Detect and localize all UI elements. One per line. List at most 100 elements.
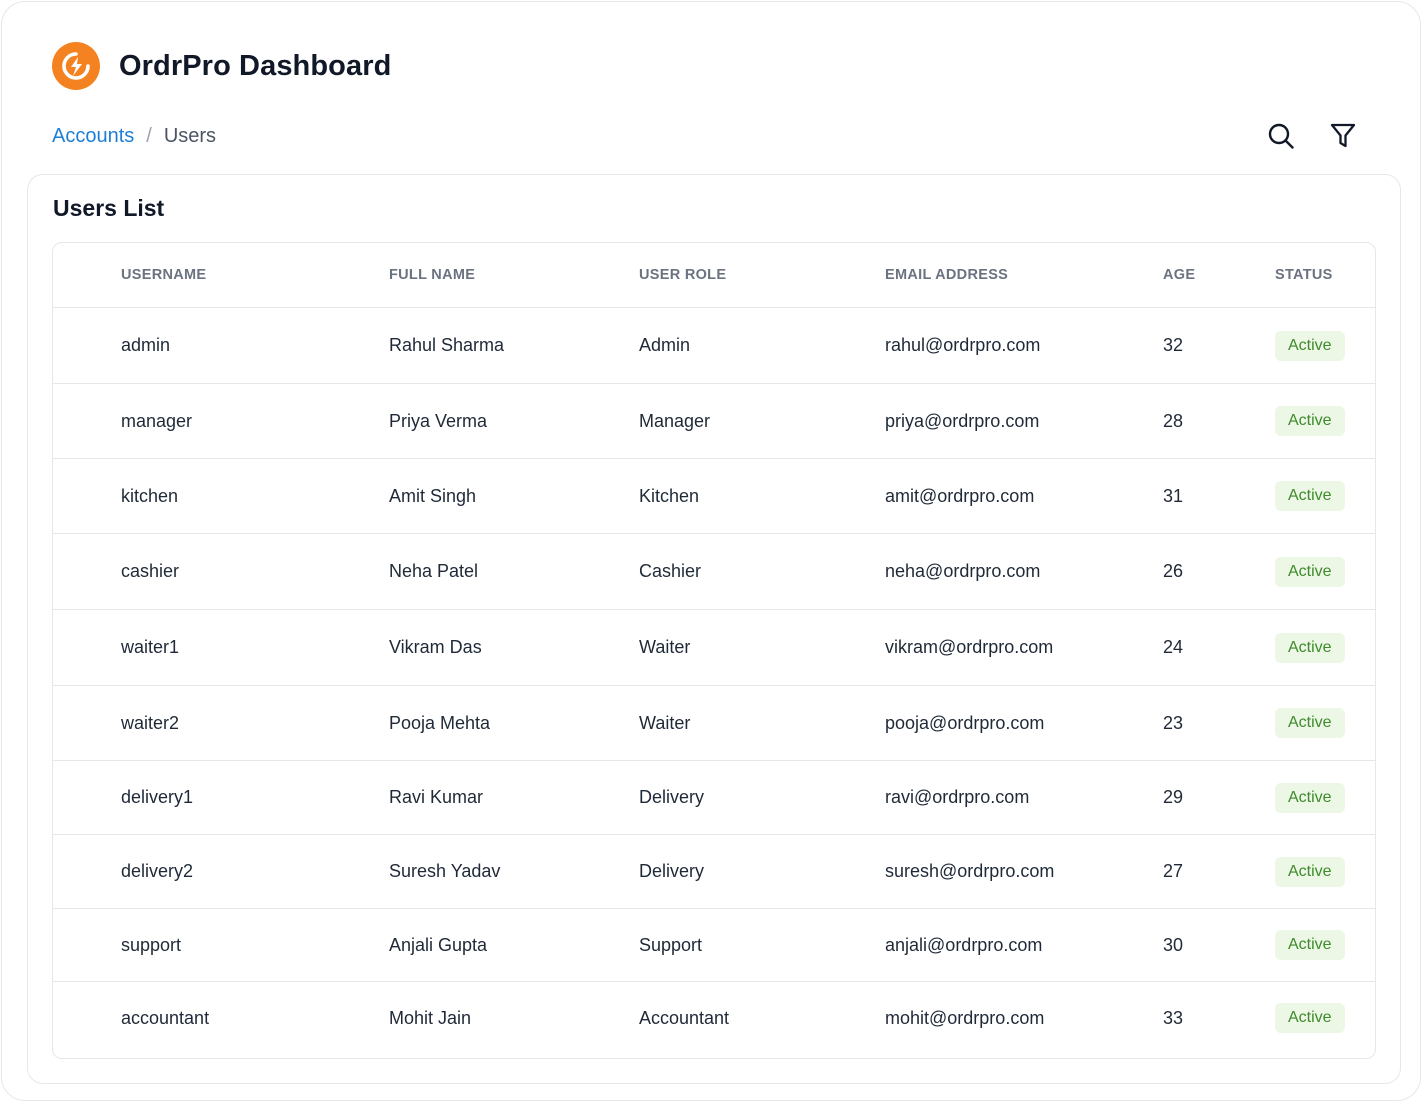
search-button[interactable] bbox=[1267, 122, 1295, 150]
cell-username: waiter1 bbox=[121, 609, 389, 686]
cell-full-name: Amit Singh bbox=[389, 458, 639, 534]
cell-user-role: Waiter bbox=[639, 609, 885, 686]
cell-status: Active bbox=[1275, 834, 1375, 909]
cell-status: Active bbox=[1275, 383, 1375, 459]
cell-status: Active bbox=[1275, 982, 1375, 1055]
status-badge: Active bbox=[1275, 330, 1345, 361]
cell-full-name: Priya Verma bbox=[389, 383, 639, 459]
cell-age: 32 bbox=[1163, 307, 1275, 384]
cell-username: cashier bbox=[121, 533, 389, 610]
cell-email: suresh@ordrpro.com bbox=[885, 834, 1163, 909]
cell-full-name: Rahul Sharma bbox=[389, 307, 639, 384]
column-header-user-role[interactable]: USER ROLE bbox=[639, 243, 885, 308]
cell-status: Active bbox=[1275, 307, 1375, 384]
cell-status: Active bbox=[1275, 609, 1375, 686]
ordrpro-logo-icon bbox=[52, 42, 100, 90]
cell-user-role: Delivery bbox=[639, 834, 885, 909]
cell-email: ravi@ordrpro.com bbox=[885, 760, 1163, 835]
cell-full-name: Neha Patel bbox=[389, 533, 639, 610]
cell-username: waiter2 bbox=[121, 685, 389, 761]
status-badge: Active bbox=[1275, 708, 1345, 738]
cell-age: 24 bbox=[1163, 609, 1275, 686]
table-row[interactable]: cashier Neha Patel Cashier neha@ordrpro.com… bbox=[53, 533, 1375, 610]
cell-email: anjali@ordrpro.com bbox=[885, 908, 1163, 982]
breadcrumb: Accounts / Users bbox=[52, 125, 216, 148]
status-badge: Active bbox=[1275, 782, 1345, 813]
cell-age: 27 bbox=[1163, 834, 1275, 909]
table-row[interactable]: kitchen Amit Singh Kitchen amit@ordrpro.com… bbox=[53, 458, 1375, 534]
status-badge: Active bbox=[1275, 406, 1345, 436]
table-row[interactable]: manager Priya Verma Manager priya@ordrpro.c… bbox=[53, 383, 1375, 459]
cell-full-name: Anjali Gupta bbox=[389, 908, 639, 982]
cell-email: neha@ordrpro.com bbox=[885, 533, 1163, 610]
column-header-status[interactable]: STATUS bbox=[1275, 243, 1375, 308]
filter-button[interactable] bbox=[1329, 122, 1357, 150]
table-row[interactable]: waiter1 Vikram Das Waiter vikram@ordrpro.co… bbox=[53, 609, 1375, 686]
cell-user-role: Support bbox=[639, 908, 885, 982]
search-icon bbox=[1268, 123, 1294, 149]
card-title: Users List bbox=[53, 195, 165, 221]
cell-username: manager bbox=[121, 383, 389, 459]
breadcrumb-current: Users bbox=[163, 125, 217, 147]
column-header-age[interactable]: AGE bbox=[1163, 243, 1275, 308]
app-window: OrdrPro Dashboard Accounts / Users Users… bbox=[1, 1, 1421, 1101]
column-header-full-name[interactable]: FULL NAME bbox=[389, 243, 639, 308]
app-header: OrdrPro Dashboard bbox=[52, 42, 391, 90]
cell-age: 28 bbox=[1163, 383, 1275, 459]
breadcrumb-link-accounts[interactable]: Accounts bbox=[52, 125, 134, 148]
status-badge: Active bbox=[1275, 632, 1345, 663]
users-table: USERNAME FULL NAME USER ROLE EMAIL ADDRE… bbox=[53, 243, 1375, 1055]
table-row[interactable]: support Anjali Gupta Support anjali@ordrpro… bbox=[53, 908, 1375, 982]
cell-email: mohit@ordrpro.com bbox=[885, 1007, 1045, 1028]
status-badge: Active bbox=[1275, 481, 1345, 511]
cell-user-role: Kitchen bbox=[639, 458, 885, 534]
users-list-card: Users List USERNAME FULL NAME USER ROLE … bbox=[27, 174, 1401, 1084]
table-row[interactable]: accountant Mohit Jain Accountant mohit@ordr… bbox=[53, 982, 1375, 1055]
cell-user-role: Admin bbox=[639, 307, 885, 384]
cell-username: delivery2 bbox=[121, 834, 389, 909]
cell-user-role: Accountant bbox=[639, 1007, 730, 1028]
breadcrumb-separator: / bbox=[146, 125, 152, 147]
app-title: OrdrPro Dashboard bbox=[119, 49, 392, 82]
column-header-username[interactable]: USERNAME bbox=[121, 243, 389, 308]
status-badge: Active bbox=[1275, 930, 1345, 960]
cell-email: vikram@ordrpro.com bbox=[885, 609, 1163, 686]
cell-user-role: Waiter bbox=[639, 685, 885, 761]
cell-full-name: Ravi Kumar bbox=[389, 760, 639, 835]
cell-age: 33 bbox=[1163, 1007, 1184, 1028]
cell-email: pooja@ordrpro.com bbox=[885, 685, 1163, 761]
table-header-row: USERNAME FULL NAME USER ROLE EMAIL ADDRE… bbox=[53, 243, 1375, 308]
cell-age: 23 bbox=[1163, 685, 1275, 761]
cell-username: kitchen bbox=[121, 458, 389, 534]
status-badge: Active bbox=[1275, 1003, 1345, 1034]
cell-username: support bbox=[121, 908, 389, 982]
status-badge: Active bbox=[1275, 856, 1345, 887]
filter-icon bbox=[1330, 123, 1356, 148]
cell-user-role: Manager bbox=[639, 383, 885, 459]
table-row[interactable]: delivery2 Suresh Yadav Delivery suresh@ordr… bbox=[53, 834, 1375, 909]
users-table-container: USERNAME FULL NAME USER ROLE EMAIL ADDRE… bbox=[52, 242, 1376, 1059]
cell-username: delivery1 bbox=[121, 760, 389, 835]
cell-age: 30 bbox=[1163, 908, 1275, 982]
table-row[interactable]: delivery1 Ravi Kumar Delivery ravi@ordrpro.… bbox=[53, 760, 1375, 835]
cell-status: Active bbox=[1275, 685, 1375, 761]
cell-user-role: Cashier bbox=[639, 533, 885, 610]
table-row[interactable]: admin Rahul Sharma Admin rahul@ordrpro.com 3… bbox=[53, 307, 1375, 384]
column-header-email[interactable]: EMAIL ADDRESS bbox=[885, 243, 1163, 308]
cell-username: admin bbox=[121, 307, 389, 384]
cell-email: amit@ordrpro.com bbox=[885, 458, 1163, 534]
table-row[interactable]: waiter2 Pooja Mehta Waiter pooja@ordrpro.co… bbox=[53, 685, 1375, 761]
cell-email: rahul@ordrpro.com bbox=[885, 307, 1163, 384]
cell-age: 29 bbox=[1163, 760, 1275, 835]
cell-status: Active bbox=[1275, 908, 1375, 982]
toolbar bbox=[1267, 122, 1357, 150]
cell-age: 31 bbox=[1163, 458, 1275, 534]
cell-email: priya@ordrpro.com bbox=[885, 383, 1163, 459]
cell-full-name: Vikram Das bbox=[389, 609, 639, 686]
status-badge: Active bbox=[1275, 556, 1345, 587]
cell-full-name: Pooja Mehta bbox=[389, 685, 639, 761]
cell-status: Active bbox=[1275, 533, 1375, 610]
cell-username: accountant bbox=[121, 1007, 210, 1028]
cell-age: 26 bbox=[1163, 533, 1275, 610]
cell-status: Active bbox=[1275, 760, 1375, 835]
